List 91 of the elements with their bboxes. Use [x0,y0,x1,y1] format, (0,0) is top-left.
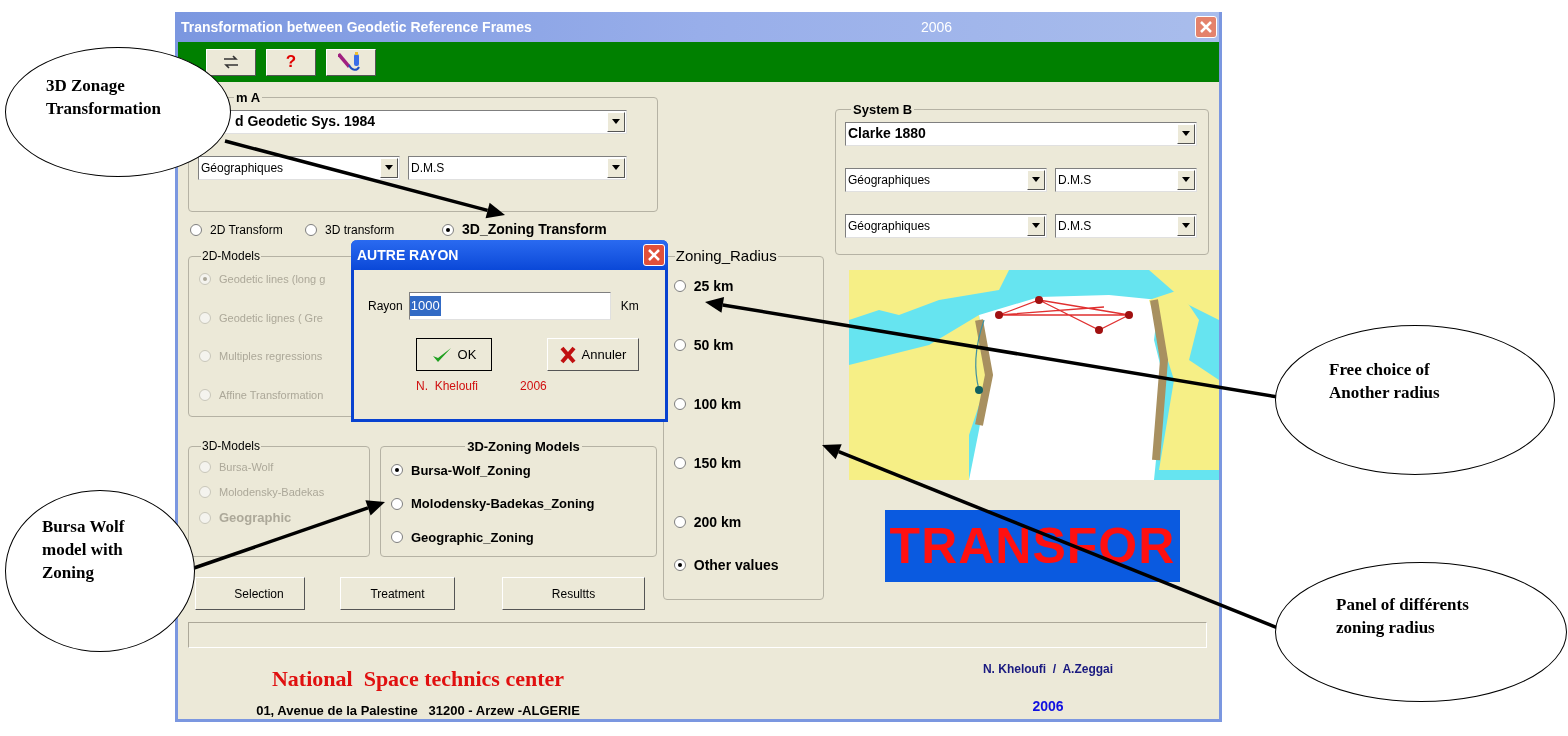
radio-button[interactable] [673,280,686,292]
radio-label[interactable]: Geographic_Zoning [411,527,534,547]
radio-button[interactable] [391,531,403,544]
radio-label[interactable]: 2D Transform [210,220,283,239]
radio-label: Molodensky-Badekas [219,484,325,500]
radio-button[interactable] [305,223,317,236]
toolbar-button[interactable] [326,48,376,76]
dropdown-button[interactable] [1177,169,1195,190]
radio-label: Affine Transformation [219,387,324,403]
close-button[interactable] [643,244,665,266]
dropdown-arrow-icon [1182,223,1190,228]
radio-label[interactable]: 200 km [693,511,742,533]
combo-box[interactable]: Géographiques [198,155,400,180]
swap-icon [222,54,240,70]
dialog-button[interactable]: Annuler [547,338,639,371]
dropdown-button[interactable] [380,157,398,178]
dropdown-button[interactable] [607,111,625,132]
group-title: Zoning_Radius [674,246,778,266]
radio-button[interactable] [673,559,686,571]
radio-button[interactable] [391,497,403,510]
radio-label[interactable]: 150 km [693,452,742,474]
credit-year: 2006 [520,378,547,395]
organization-name: National Space technics center [271,665,565,693]
dropdown-arrow-icon [1032,177,1040,182]
footer-year: 2006 [1032,697,1064,716]
combo-box[interactable]: Clarke 1880 [845,121,1197,146]
authors-text: N. Kheloufi / A.Zeggai [982,661,1114,678]
callout-text: 3D Zonage Transformation [46,75,162,120]
dropdown-arrow-icon [385,165,393,170]
radio-button[interactable] [190,223,202,236]
dropdown-button[interactable] [607,157,625,178]
dropdown-arrow-icon [1032,223,1040,228]
radio-label: Multiples regressions [219,349,323,364]
radio-label[interactable]: 100 km [693,393,742,415]
radio-button[interactable] [673,516,686,528]
close-icon [1200,21,1212,33]
radio-label[interactable]: Bursa-Wolf_Zoning [411,460,531,480]
cross-icon [559,345,576,364]
combo-box[interactable]: D.M.S [1055,213,1197,238]
rayon-field[interactable]: 1000 [408,292,611,320]
unit-label: Km [620,298,639,315]
dropdown-button[interactable] [1027,215,1045,236]
combo-box[interactable]: D.M.S [408,155,627,180]
radio-button[interactable] [391,464,403,477]
combo-box[interactable]: Géographiques [845,213,1047,238]
title-year: 2006 [921,17,954,37]
action-button[interactable]: Resultts [502,577,645,610]
dropdown-button[interactable] [1177,123,1195,144]
dropdown-arrow-icon [1182,177,1190,182]
radio-button[interactable] [673,398,686,410]
radio-label: Geodetic lignes ( Gre [219,310,323,326]
action-button[interactable]: Selection [195,577,305,610]
group-title: 2D-Models [201,248,262,265]
window-title: Transformation between Geodetic Reference Frames [181,17,533,37]
radio-button[interactable] [673,339,686,351]
radio-label[interactable]: 25 km [693,275,734,297]
group-title: 3D-Models [201,438,262,455]
close-button[interactable] [1195,16,1217,38]
credit-name: N. Kheloufi [416,378,479,395]
combo-box[interactable]: Géographiques [845,167,1047,192]
dropdown-arrow-icon [1182,131,1190,136]
toolbar-button[interactable]: ? [266,48,316,76]
radio-label: Geodetic lines (long g [219,272,326,287]
close-icon [648,249,660,261]
dialog-title: AUTRE RAYON [357,245,460,265]
dropdown-arrow-icon [612,119,620,124]
combo-box[interactable]: D.M.S [1055,167,1197,192]
radio-button[interactable] [673,457,686,469]
radio-label[interactable]: 50 km [693,334,734,356]
dialog-button[interactable]: OK [416,338,492,371]
group-title: System B [852,101,914,119]
radio-button[interactable] [442,223,454,236]
callout-text: Panel of différents zoning radius [1336,594,1470,639]
address-text: 01, Avenue de la Palestine 31200 - Arzew -ALGERIE [256,702,580,720]
radio-label[interactable]: Other values [693,554,779,576]
toolbar-button[interactable] [206,48,256,76]
callout-text: Free choice of Another radius [1329,359,1441,404]
radio-label[interactable]: Molodensky-Badekas_Zoning [411,494,595,514]
dropdown-arrow-icon [612,165,620,170]
group-title: 3D-Zoning Models [466,438,581,456]
radio-label[interactable]: 3D_Zoning Transform [462,219,607,240]
radio-label: Geographic [219,509,292,527]
radio-label[interactable]: 3D transform [325,220,395,239]
radio-label: Bursa-Wolf [219,460,274,475]
callout-text: Bursa Wolf model with Zoning [42,516,126,584]
field-label: Rayon [368,298,403,315]
dropdown-button[interactable] [1177,215,1195,236]
dropdown-button[interactable] [1027,169,1045,190]
action-button[interactable]: Treatment [340,577,455,610]
checkmark-icon [431,345,452,364]
group-title: m A [235,89,262,107]
